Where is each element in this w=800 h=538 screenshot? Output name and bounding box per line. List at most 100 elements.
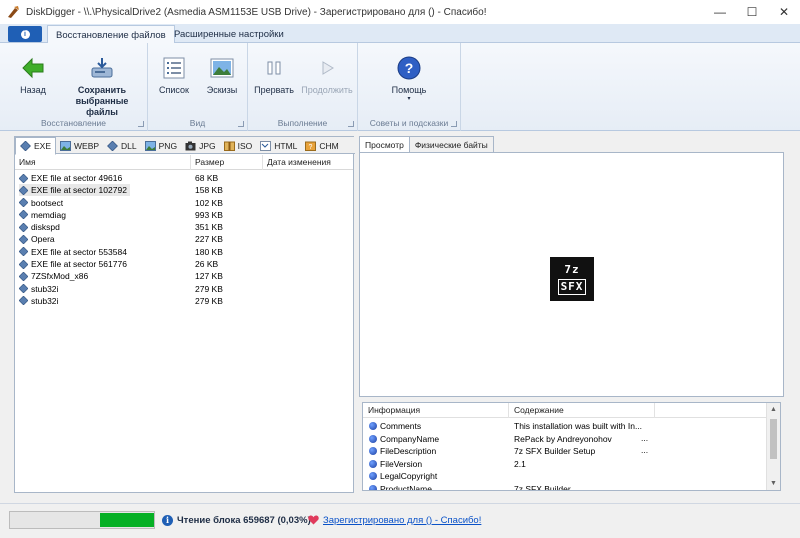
info-icon: i bbox=[162, 514, 173, 526]
file-size: 351 KB bbox=[195, 222, 223, 233]
help-book-icon: ? bbox=[305, 141, 317, 151]
tab-iso[interactable]: ISO bbox=[220, 137, 257, 154]
file-row[interactable]: EXE file at sector 49616 68 KB bbox=[15, 172, 353, 184]
info-row[interactable]: Comments This installation was built with… bbox=[363, 420, 767, 433]
info-value: RePack by Andreyonohov bbox=[514, 433, 612, 444]
info-key-cell: FileDescription bbox=[369, 445, 436, 457]
application-menu-button[interactable]: i bbox=[8, 26, 42, 42]
file-name-cell: memdiag bbox=[19, 209, 69, 221]
scroll-up-icon[interactable]: ▲ bbox=[767, 403, 780, 416]
info-value: 2.1 bbox=[514, 458, 526, 469]
back-arrow-icon bbox=[22, 57, 44, 79]
column-header-date[interactable]: Дата изменения bbox=[263, 155, 353, 170]
7z-sfx-logo: 7z SFX bbox=[550, 257, 594, 301]
help-button[interactable]: ? Помощь ▾ bbox=[386, 55, 432, 102]
column-header-content[interactable]: Содержание bbox=[509, 403, 655, 418]
info-scrollbar[interactable]: ▲ ▼ bbox=[766, 403, 780, 490]
property-bullet-icon bbox=[369, 472, 377, 480]
file-row[interactable]: EXE file at sector 553584 180 KB bbox=[15, 246, 353, 258]
tab-dll[interactable]: DLL bbox=[103, 137, 141, 154]
tab-file-recovery[interactable]: Восстановление файлов bbox=[47, 25, 175, 44]
column-header-name[interactable]: Имя bbox=[15, 155, 191, 170]
property-bullet-icon bbox=[369, 447, 377, 455]
info-key: Comments bbox=[380, 421, 422, 431]
column-header-size[interactable]: Размер bbox=[191, 155, 263, 170]
file-size: 180 KB bbox=[195, 246, 223, 257]
info-key-cell: CompanyName bbox=[369, 433, 439, 445]
status-message: i Чтение блока 659687 (0,03%) bbox=[162, 513, 311, 527]
tab-webp[interactable]: WEBP bbox=[56, 137, 103, 154]
dialog-launcher-icon[interactable] bbox=[348, 121, 354, 127]
window-title: DiskDigger - \\.\PhysicalDrive2 (Asmedia… bbox=[26, 6, 487, 18]
tab-chm[interactable]: ? CHM bbox=[301, 137, 342, 154]
column-header-info[interactable]: Информация bbox=[363, 403, 509, 418]
file-row[interactable]: diskspd 351 KB bbox=[15, 221, 353, 233]
ribbon-group-view: Список Эскизы Вид bbox=[148, 43, 248, 131]
info-icon: i bbox=[20, 29, 30, 39]
thumbnails-button[interactable]: Эскизы bbox=[203, 55, 241, 95]
info-row[interactable]: FileVersion 2.1 bbox=[363, 458, 767, 471]
info-row[interactable]: FileDescription 7z SFX Builder Setup... bbox=[363, 445, 767, 458]
file-size: 993 KB bbox=[195, 209, 223, 220]
file-row[interactable]: stub32i 279 KB bbox=[15, 283, 353, 295]
scroll-down-icon[interactable]: ▼ bbox=[767, 477, 780, 490]
info-key-cell: ProductName bbox=[369, 483, 432, 490]
status-bar: i Чтение блока 659687 (0,03%) Зарегистри… bbox=[0, 503, 800, 538]
list-view-button[interactable]: Список bbox=[156, 55, 192, 95]
scrollbar-thumb[interactable] bbox=[770, 419, 777, 459]
preview-area: 7z SFX bbox=[359, 152, 784, 397]
chevron-down-icon: ▾ bbox=[407, 96, 411, 102]
file-name: Opera bbox=[31, 234, 55, 245]
file-row[interactable]: memdiag 993 KB bbox=[15, 209, 353, 221]
thumbnails-icon bbox=[210, 58, 234, 78]
dialog-launcher-icon[interactable] bbox=[238, 121, 244, 127]
file-row[interactable]: stub32i 279 KB bbox=[15, 295, 353, 307]
tab-jpg[interactable]: JPG bbox=[181, 137, 220, 154]
info-table-header: Информация Содержание bbox=[363, 403, 767, 418]
minimize-button[interactable]: — bbox=[704, 0, 736, 24]
info-row[interactable]: CompanyName RePack by Andreyonohov... bbox=[363, 433, 767, 446]
maximize-button[interactable]: ☐ bbox=[736, 0, 768, 24]
close-button[interactable]: ✕ bbox=[768, 0, 800, 24]
file-row[interactable]: bootsect 102 KB bbox=[15, 197, 353, 209]
dialog-launcher-icon[interactable] bbox=[451, 121, 457, 127]
info-more: ... bbox=[641, 432, 649, 443]
file-row[interactable]: 7ZSfxMod_x86 127 KB bbox=[15, 270, 353, 282]
save-drive-icon bbox=[91, 58, 113, 78]
tab-advanced-settings[interactable]: Расширенные настройки bbox=[166, 25, 292, 43]
file-row[interactable]: EXE file at sector 102792 158 KB bbox=[15, 184, 353, 197]
continue-button[interactable]: Продолжить bbox=[300, 55, 354, 95]
dialog-launcher-icon[interactable] bbox=[138, 121, 144, 127]
pause-icon bbox=[267, 61, 281, 75]
file-name-cell: EXE file at sector 553584 bbox=[19, 246, 130, 258]
info-value: 7z SFX Builder bbox=[514, 483, 571, 491]
file-name: 7ZSfxMod_x86 bbox=[31, 271, 89, 282]
save-selected-files-button[interactable]: Сохранить выбранные файлы bbox=[68, 55, 136, 118]
info-key: FileVersion bbox=[380, 458, 423, 469]
file-row[interactable]: Opera 227 KB bbox=[15, 233, 353, 245]
tab-html[interactable]: HTML bbox=[256, 137, 301, 154]
file-name: EXE file at sector 102792 bbox=[31, 185, 127, 196]
file-list-rows: EXE file at sector 49616 68 KB EXE file at… bbox=[15, 172, 353, 307]
file-name: EXE file at sector 49616 bbox=[31, 173, 123, 183]
tab-exe[interactable]: EXE bbox=[15, 137, 57, 155]
dll-gem-icon bbox=[107, 140, 118, 151]
back-button[interactable]: Назад bbox=[14, 55, 52, 95]
scan-progress-bar bbox=[9, 511, 155, 529]
info-row[interactable]: LegalCopyright bbox=[363, 470, 767, 483]
exe-gem-icon bbox=[19, 296, 28, 306]
info-row[interactable]: ProductName 7z SFX Builder bbox=[363, 483, 767, 491]
abort-button[interactable]: Прервать bbox=[252, 55, 296, 95]
tab-physical-bytes[interactable]: Физические байты bbox=[408, 136, 494, 152]
property-bullet-icon bbox=[369, 484, 377, 490]
ribbon-group-label: Советы и подсказки bbox=[369, 118, 449, 128]
file-name-cell: stub32i bbox=[19, 295, 61, 307]
info-key-cell: FileVersion bbox=[369, 458, 422, 470]
file-row[interactable]: EXE file at sector 561776 26 KB bbox=[15, 258, 353, 270]
tab-png[interactable]: PNG bbox=[141, 137, 181, 154]
file-size: 227 KB bbox=[195, 234, 223, 245]
registration-link[interactable]: Зарегистрировано для () - Спасибо! bbox=[308, 513, 481, 527]
tab-preview[interactable]: Просмотр bbox=[359, 136, 410, 153]
file-name-cell: EXE file at sector 102792 bbox=[19, 184, 130, 197]
exe-gem-icon bbox=[19, 271, 28, 281]
